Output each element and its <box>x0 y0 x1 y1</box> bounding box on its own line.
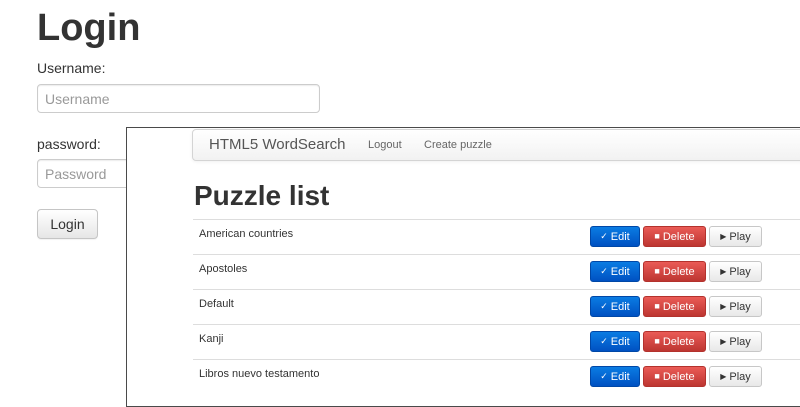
edit-label: Edit <box>610 335 630 348</box>
delete-button[interactable]: ■ Delete <box>643 226 706 247</box>
play-icon: ▶ <box>720 232 727 241</box>
table-row: Libros nuevo testamento ✓ Edit ■ Delete ▶ Play <box>193 359 800 394</box>
play-label: Play <box>729 230 751 243</box>
table-row: American countries ✓ Edit ■ Delete ▶ Play <box>193 219 800 254</box>
edit-icon: ✓ <box>600 371 608 381</box>
puzzle-list-title: Puzzle list <box>194 180 330 211</box>
delete-button[interactable]: ■ Delete <box>643 296 706 317</box>
edit-button[interactable]: ✓ Edit <box>590 366 640 387</box>
edit-icon: ✓ <box>600 231 608 241</box>
delete-label: Delete <box>662 370 695 383</box>
delete-label: Delete <box>662 265 695 278</box>
edit-icon: ✓ <box>600 266 608 276</box>
edit-button[interactable]: ✓ Edit <box>590 331 640 352</box>
play-label: Play <box>729 265 751 278</box>
username-input[interactable] <box>37 84 320 113</box>
play-button[interactable]: ▶ Play <box>709 296 762 317</box>
play-label: Play <box>729 370 751 383</box>
edit-label: Edit <box>610 230 630 243</box>
edit-button[interactable]: ✓ Edit <box>590 296 640 317</box>
password-label: password: <box>37 136 101 152</box>
play-icon: ▶ <box>720 302 727 311</box>
delete-label: Delete <box>662 300 695 313</box>
delete-button[interactable]: ■ Delete <box>643 261 706 282</box>
puzzle-name: Kanji <box>199 333 224 345</box>
play-icon: ▶ <box>720 267 727 276</box>
play-label: Play <box>729 300 751 313</box>
edit-icon: ✓ <box>600 301 608 311</box>
table-row: Default ✓ Edit ■ Delete ▶ Play <box>193 289 800 324</box>
navbar: HTML5 WordSearch Logout Create puzzle <box>192 129 800 161</box>
table-row: Kanji ✓ Edit ■ Delete ▶ Play <box>193 324 800 359</box>
trash-icon: ■ <box>654 371 660 381</box>
username-label: Username: <box>37 60 106 76</box>
puzzle-list-window: HTML5 WordSearch Logout Create puzzle Pu… <box>126 127 800 407</box>
trash-icon: ■ <box>654 336 660 346</box>
puzzle-name: Libros nuevo testamento <box>199 368 320 380</box>
trash-icon: ■ <box>654 266 660 276</box>
edit-label: Edit <box>610 300 630 313</box>
puzzle-name: Default <box>199 298 234 310</box>
edit-label: Edit <box>610 265 630 278</box>
nav-create-puzzle-link[interactable]: Create puzzle <box>424 139 492 151</box>
trash-icon: ■ <box>654 231 660 241</box>
play-button[interactable]: ▶ Play <box>709 366 762 387</box>
edit-button[interactable]: ✓ Edit <box>590 261 640 282</box>
play-icon: ▶ <box>720 337 727 346</box>
play-button[interactable]: ▶ Play <box>709 226 762 247</box>
play-icon: ▶ <box>720 372 727 381</box>
play-button[interactable]: ▶ Play <box>709 261 762 282</box>
play-button[interactable]: ▶ Play <box>709 331 762 352</box>
puzzle-table: American countries ✓ Edit ■ Delete ▶ Play Apost… <box>193 219 800 394</box>
puzzle-name: Apostoles <box>199 263 248 275</box>
puzzle-name: American countries <box>199 228 294 240</box>
play-label: Play <box>729 335 751 348</box>
delete-button[interactable]: ■ Delete <box>643 331 706 352</box>
delete-label: Delete <box>662 230 695 243</box>
delete-label: Delete <box>662 335 695 348</box>
delete-button[interactable]: ■ Delete <box>643 366 706 387</box>
edit-label: Edit <box>610 370 630 383</box>
brand-link[interactable]: HTML5 WordSearch <box>209 136 345 153</box>
table-row: Apostoles ✓ Edit ■ Delete ▶ Play <box>193 254 800 289</box>
login-button[interactable]: Login <box>37 209 98 239</box>
login-page-title: Login <box>37 7 141 49</box>
trash-icon: ■ <box>654 301 660 311</box>
edit-button[interactable]: ✓ Edit <box>590 226 640 247</box>
edit-icon: ✓ <box>600 336 608 346</box>
nav-logout-link[interactable]: Logout <box>368 139 402 151</box>
